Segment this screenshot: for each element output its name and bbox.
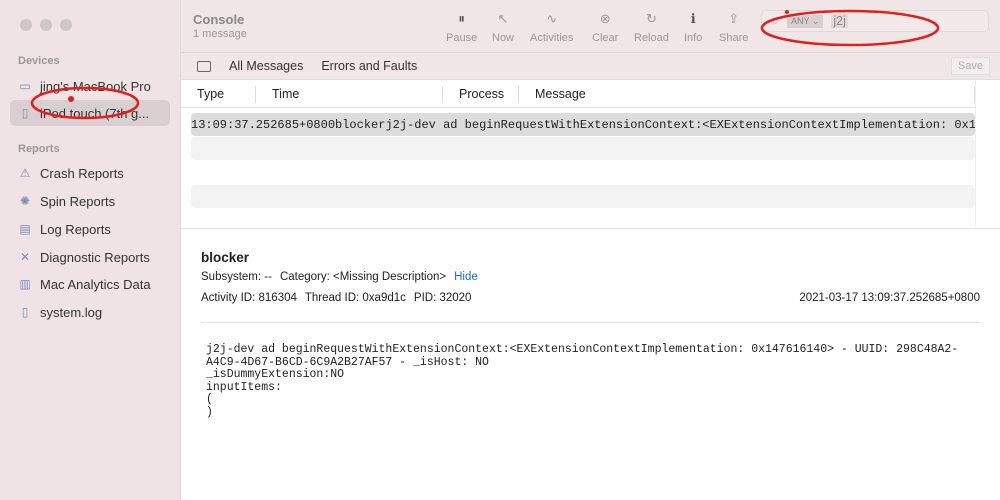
hide-link[interactable]: Hide (454, 271, 478, 283)
info-icon: ℹ (690, 11, 696, 26)
pid: PID: 32020 (413, 292, 472, 304)
save-button[interactable]: Save (950, 57, 990, 75)
search-token[interactable]: j2j (831, 14, 848, 28)
now-button[interactable]: ↖ Now (492, 11, 514, 45)
search-icon: ⌕ (772, 13, 780, 28)
sidebar-item-ipod[interactable]: ▯ iPod touch (7th g... (10, 100, 170, 126)
share-button[interactable]: ⇪ Share (719, 11, 748, 45)
chart-icon: ▥ (19, 277, 31, 291)
message-count: 1 message (193, 28, 247, 40)
pause-button[interactable]: ⏸ Pause (446, 11, 477, 45)
sidebar: Devices ▭ jing's MacBook Pro ▯ iPod touch … (0, 0, 181, 500)
pause-icon: ⏸ (458, 11, 465, 26)
now-icon: ↖ (497, 11, 509, 26)
thread-id: Thread ID: 0xa9d1c (304, 292, 406, 304)
search-scope-dropdown[interactable]: ANY ⌄ (787, 14, 824, 28)
sidebar-item-log-reports[interactable]: ▤ Log Reports (10, 216, 170, 242)
empty-row (191, 185, 975, 208)
minimize-window-button[interactable] (40, 19, 52, 31)
reload-button[interactable]: ↻ Reload (634, 11, 669, 45)
column-message[interactable]: Message (519, 85, 975, 103)
detail-process: blocker (201, 250, 250, 265)
window-controls (20, 19, 72, 31)
clear-icon: ⊗ (599, 11, 611, 26)
detail-timestamp: 2021-03-17 13:09:37.252685+0800 (799, 292, 980, 304)
table-header: Type Time Process Message (181, 81, 975, 108)
search-field[interactable]: ⌕ ANY ⌄ j2j (761, 10, 989, 32)
sidebar-toggle-icon[interactable] (197, 60, 211, 72)
file-icon: ▯ (21, 305, 29, 319)
category: Category: <Missing Description> (279, 271, 447, 283)
sidebar-item-system-log[interactable]: ▯ system.log (10, 299, 170, 325)
column-process[interactable]: Process (443, 85, 519, 103)
activity-id: Activity ID: 816304 (201, 292, 297, 304)
reload-icon: ↻ (645, 11, 657, 26)
tools-icon: ✕ (19, 250, 31, 264)
divider (201, 322, 980, 323)
row-message: j2j-dev ad beginRequestWithExtensionCont… (385, 117, 975, 132)
clear-button[interactable]: ⊗ Clear (592, 11, 618, 45)
activities-icon: ∿ (546, 11, 558, 26)
reports-header: Reports (18, 143, 60, 155)
phone-icon: ▯ (21, 106, 29, 120)
scrollbar[interactable] (975, 81, 1000, 228)
row-time: 13:09:37.252685+0800 (191, 117, 336, 132)
log-icon: ▤ (19, 222, 31, 236)
sidebar-item-macbook[interactable]: ▭ jing's MacBook Pro (10, 73, 170, 99)
filter-bar: All Messages Errors and Faults Save (181, 52, 1000, 80)
close-window-button[interactable] (20, 19, 32, 31)
all-messages-filter[interactable]: All Messages (229, 59, 303, 73)
laptop-icon: ▭ (19, 79, 31, 93)
row-process: blocker (335, 117, 386, 132)
table-row[interactable]: 13:09:37.252685+0800 blocker j2j-dev ad … (191, 113, 975, 136)
errors-faults-filter[interactable]: Errors and Faults (321, 59, 417, 73)
detail-message: j2j-dev ad beginRequestWithExtensionCont… (206, 343, 959, 419)
sidebar-item-diagnostic-reports[interactable]: ✕ Diagnostic Reports (10, 244, 170, 270)
spin-icon: ✺ (19, 194, 31, 208)
subsystem: Subsystem: -- (201, 271, 272, 283)
warning-icon: ⚠ (19, 166, 31, 180)
zoom-window-button[interactable] (60, 19, 72, 31)
devices-header: Devices (18, 55, 60, 67)
log-table: 13:09:37.252685+0800 blocker j2j-dev ad … (191, 113, 975, 209)
info-button[interactable]: ℹ Info (684, 11, 702, 45)
window-title: Console (193, 12, 245, 27)
column-type[interactable]: Type (181, 85, 256, 103)
sidebar-item-spin-reports[interactable]: ✺ Spin Reports (10, 188, 170, 214)
toolbar: Console 1 message ⏸ Pause ↖ Now ∿ Activitie… (181, 0, 1000, 52)
empty-row (191, 161, 975, 184)
sidebar-item-mac-analytics[interactable]: ▥ Mac Analytics Data (10, 271, 170, 297)
detail-pane: blocker Subsystem: -- Category: <Missing… (181, 228, 1000, 500)
column-time[interactable]: Time (256, 85, 443, 103)
sidebar-item-crash-reports[interactable]: ⚠ Crash Reports (10, 160, 170, 186)
share-icon: ⇪ (728, 11, 740, 26)
activities-button[interactable]: ∿ Activities (530, 11, 573, 45)
empty-row (191, 137, 975, 160)
